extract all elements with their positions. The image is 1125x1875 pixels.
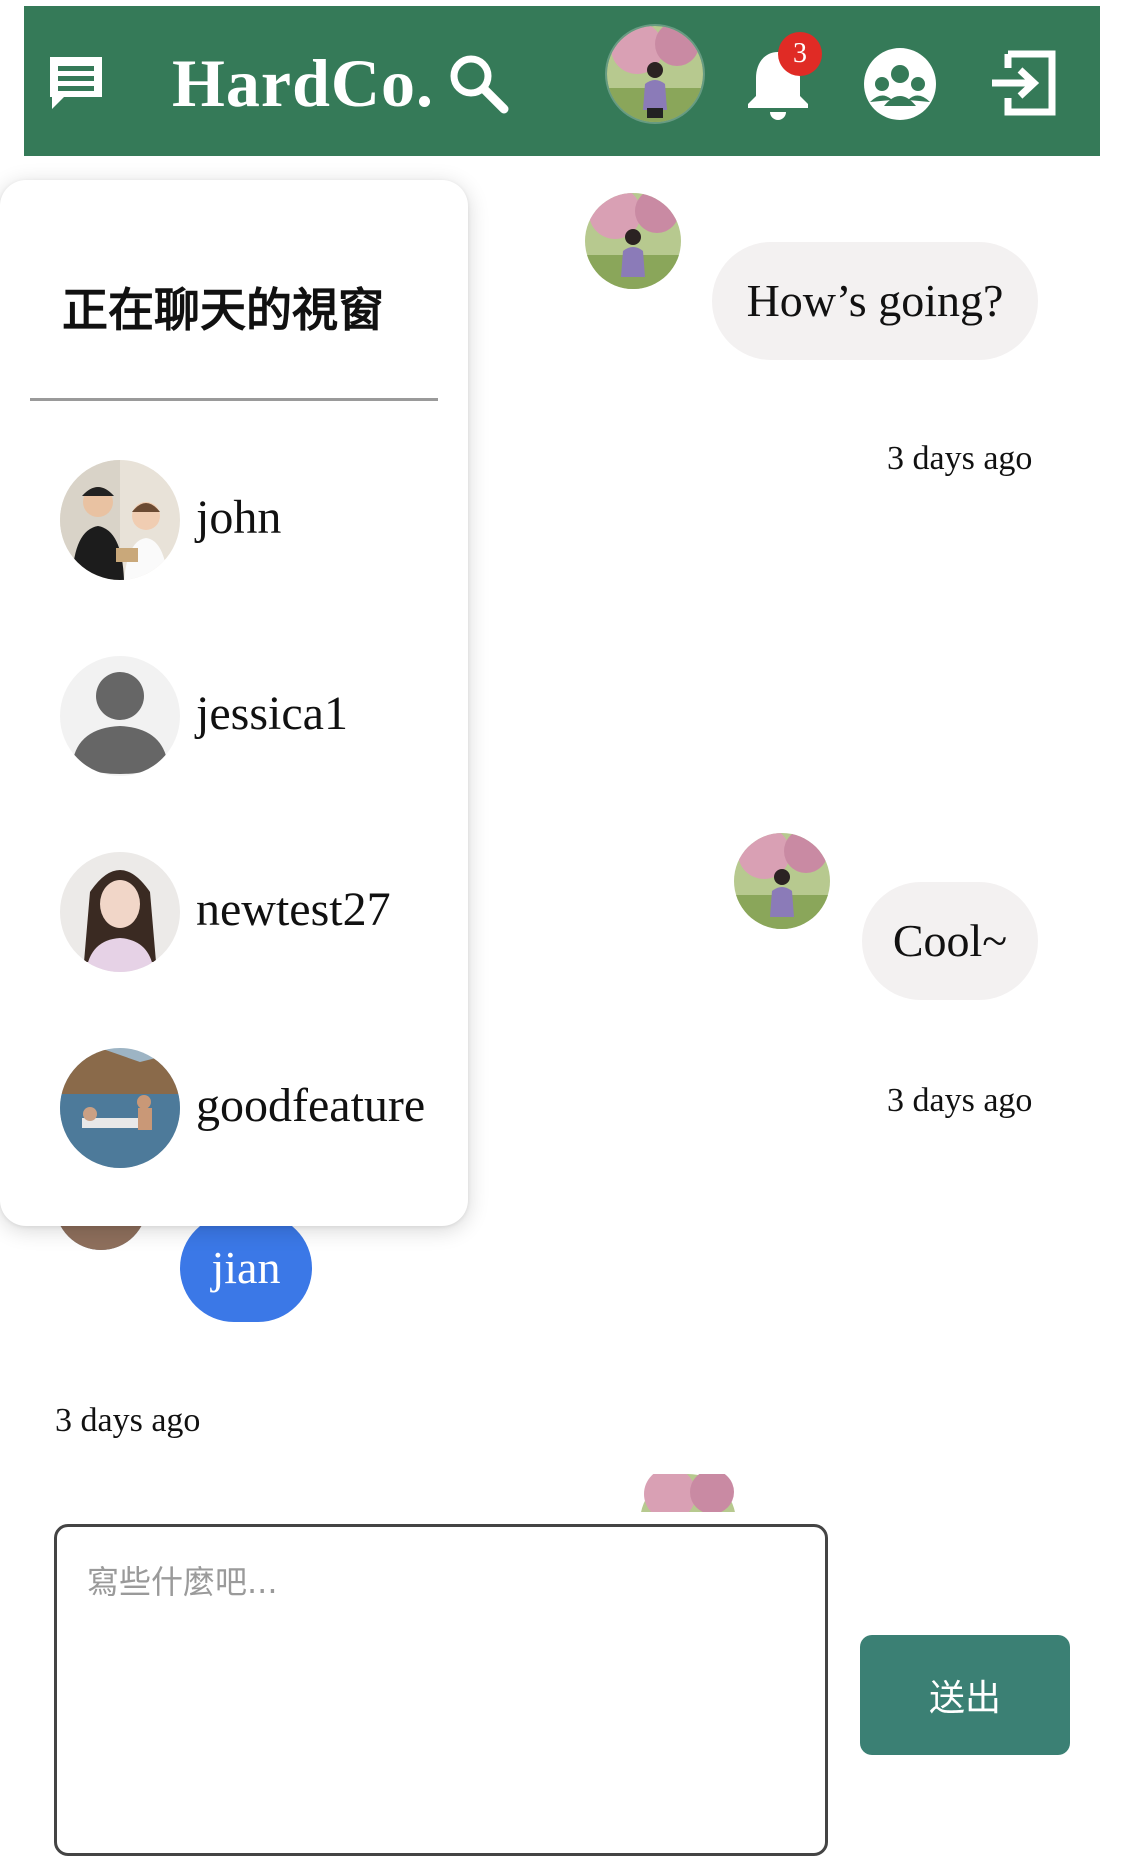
my-message-bubble: jian — [180, 1214, 312, 1322]
chat-user-name: john — [196, 491, 282, 544]
chat-menu-icon[interactable] — [44, 51, 108, 115]
message-timestamp: 3 days ago — [55, 1402, 201, 1439]
notification-badge: 3 — [778, 32, 822, 76]
active-chats-panel: 正在聊天的視窗 john jessica1 newtest27 goodfeat… — [0, 180, 468, 1226]
user-avatar — [60, 1048, 180, 1168]
search-icon[interactable] — [446, 51, 510, 115]
chat-item-jessica1[interactable]: jessica1 — [60, 656, 460, 776]
chat-item-goodfeature[interactable]: goodfeature — [60, 1048, 460, 1168]
send-button[interactable]: 送出 — [860, 1635, 1070, 1755]
user-avatar — [60, 460, 180, 580]
default-user-avatar — [60, 656, 180, 776]
divider — [30, 398, 438, 401]
chat-user-name: goodfeature — [196, 1079, 426, 1132]
panel-title: 正在聊天的視窗 — [62, 283, 384, 337]
sender-avatar — [734, 833, 830, 929]
user-avatar — [60, 852, 180, 972]
group-icon[interactable] — [862, 46, 938, 122]
message-timestamp: 3 days ago — [887, 440, 1033, 477]
chat-item-newtest27[interactable]: newtest27 — [60, 852, 460, 972]
chat-user-name: jessica1 — [196, 687, 348, 740]
message-timestamp: 3 days ago — [887, 1082, 1033, 1119]
message-bubble: Cool~ — [862, 882, 1038, 1000]
logout-icon[interactable] — [988, 48, 1058, 118]
brand-logo[interactable]: HardCo. — [172, 44, 434, 123]
sender-avatar — [640, 1474, 736, 1512]
sender-avatar — [585, 193, 681, 289]
message-bubble: How’s going? — [712, 242, 1038, 360]
chat-item-john[interactable]: john — [60, 460, 460, 580]
chat-user-name: newtest27 — [196, 883, 391, 936]
top-navbar: HardCo. 3 — [24, 6, 1100, 156]
message-input[interactable] — [54, 1524, 828, 1856]
profile-avatar[interactable] — [607, 26, 703, 122]
